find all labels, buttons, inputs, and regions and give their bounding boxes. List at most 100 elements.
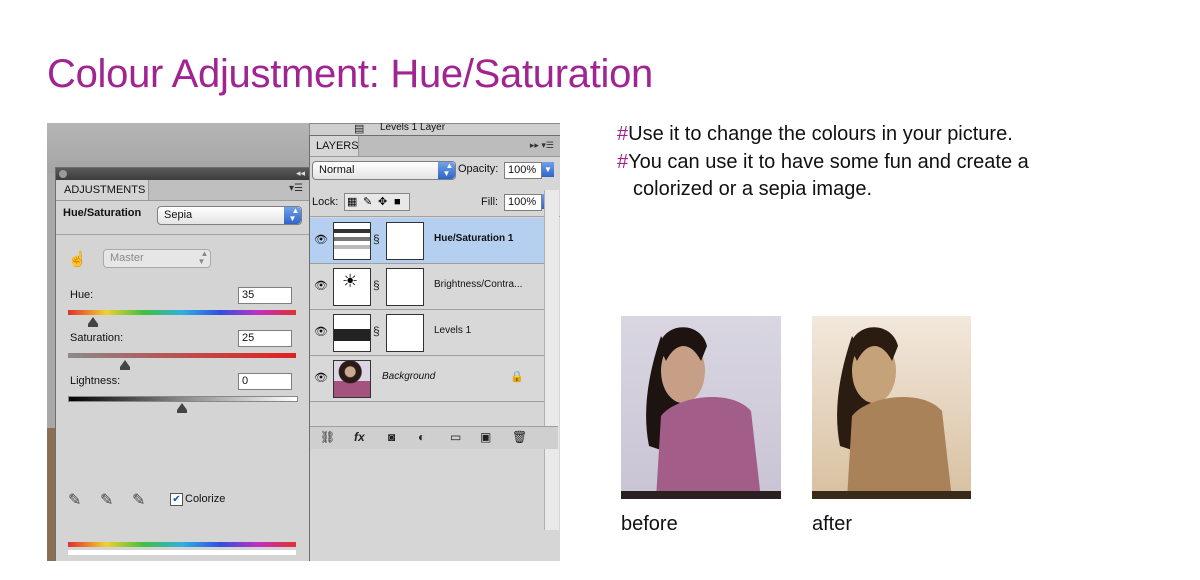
before-photo (621, 316, 781, 499)
blend-mode-dropdown[interactable]: Normal ▲ ▼ (312, 161, 456, 180)
hue-label: Hue: (70, 289, 94, 301)
colorize-label: Colorize (185, 493, 226, 505)
tab-adjustments[interactable]: ADJUSTMENTS (56, 180, 149, 200)
after-caption: after (812, 513, 853, 535)
lock-position-icon[interactable]: ✥ (378, 194, 387, 210)
new-adjustment-layer-icon[interactable]: ◐ (418, 430, 425, 444)
bullet-text: Use it to change the colours in your pic… (628, 123, 1013, 145)
panel-menu-icon[interactable]: ▸▸ ▾☰ (530, 140, 554, 151)
preset-value: Sepia (164, 209, 193, 221)
link-layers-icon[interactable]: ⛓ (320, 430, 335, 444)
input-color-bar (68, 542, 296, 547)
new-layer-icon[interactable]: ▣ (480, 430, 491, 444)
layer-mask-thumbnail (386, 268, 424, 306)
levels-icon (333, 314, 371, 352)
adjustments-tabrow: ADJUSTMENTS ▾☰ (56, 180, 309, 201)
lightness-slider-thumb[interactable] (177, 403, 187, 413)
layer-row[interactable]: 👁 Background 🔒 (310, 356, 544, 402)
preset-dropdown[interactable]: Sepia ▲ ▼ (157, 206, 302, 225)
brightness-contrast-icon: ☀ (333, 268, 371, 306)
bullet-marker: # (617, 123, 629, 145)
lock-icon: 🔒 (510, 371, 524, 383)
layers-panel: LAYERS ▸▸ ▾☰ Normal ▲ ▼ Opacity: 100% ▼ L… (309, 135, 560, 561)
hue-slider-thumb[interactable] (88, 317, 99, 327)
layers-header: LAYERS ▸▸ ▾☰ (310, 136, 560, 157)
after-photo (812, 316, 971, 499)
eyedropper-minus-icon[interactable]: ✎ (132, 490, 145, 510)
saturation-label: Saturation: (70, 332, 124, 344)
blend-mode-value: Normal (319, 164, 355, 176)
bullet-2: #You can use it to have some fun and cre… (617, 151, 1029, 174)
fill-label: Fill: (481, 196, 499, 208)
fill-field[interactable]: 100% (504, 194, 542, 211)
saturation-slider-thumb[interactable] (120, 360, 130, 370)
before-caption: before (621, 513, 678, 535)
channel-value: Master (110, 252, 144, 264)
bullet-marker: # (617, 151, 629, 173)
eyedropper-icon[interactable]: ✎ (68, 490, 81, 510)
link-icon: § (373, 278, 380, 292)
layer-row[interactable]: 👁 ☀ § Brightness/Contra... (310, 264, 544, 310)
layers-icon-bar: ⛓ fx ◙ ◐ ▭ ▣ 🗑 (310, 426, 558, 449)
dropdown-arrows-icon: ▲ ▼ (438, 162, 455, 179)
layer-mask-thumbnail (386, 314, 424, 352)
bullet-2-continuation: colorized or a sepia image. (633, 178, 873, 200)
adjustments-titlebar[interactable]: ◂◂ (56, 168, 309, 180)
hue-saturation-icon (333, 222, 371, 260)
photo-thumbnail (333, 360, 371, 398)
layer-row[interactable]: 👁 § Hue/Saturation 1 (310, 218, 544, 264)
opacity-label: Opacity: (458, 163, 499, 175)
dropdown-arrows-icon: ▲ ▼ (197, 249, 209, 266)
hue-field[interactable]: 35 (238, 287, 292, 304)
layers-scrollbar[interactable] (544, 190, 559, 530)
opacity-arrow-icon[interactable]: ▼ (542, 162, 554, 177)
lock-image-icon[interactable]: ✎ (363, 194, 372, 210)
eye-icon[interactable]: 👁 (314, 233, 328, 246)
levels-layer-icon: ▤ (354, 123, 365, 135)
lock-label: Lock: (312, 196, 339, 208)
add-mask-icon[interactable]: ◙ (388, 430, 395, 444)
link-icon: § (373, 232, 380, 246)
lightness-field[interactable]: 0 (238, 373, 292, 390)
eye-icon[interactable]: 👁 (314, 325, 328, 338)
fx-icon[interactable]: fx (354, 430, 365, 444)
tab-layers[interactable]: LAYERS (310, 136, 359, 156)
link-icon: § (373, 324, 380, 338)
close-icon[interactable] (59, 170, 67, 178)
collapse-icon[interactable]: ◂◂ (296, 168, 305, 179)
colorize-checkbox[interactable]: ✔ (170, 493, 183, 506)
lock-transparency-icon[interactable]: ▦ (347, 194, 357, 210)
slide-title: Colour Adjustment: Hue/Saturation (47, 52, 653, 96)
layer-name: Hue/Saturation 1 (434, 233, 514, 244)
hue-slider-track[interactable] (68, 310, 296, 315)
layer-row[interactable]: 👁 § Levels 1 (310, 310, 544, 356)
output-color-bar (68, 550, 296, 555)
eye-icon[interactable]: 👁 (314, 371, 328, 384)
trash-icon[interactable]: 🗑 (512, 430, 527, 444)
levels-layer-label: Levels 1 Layer (380, 123, 446, 133)
layer-name: Levels 1 (434, 325, 472, 336)
after-photo-figure (812, 327, 971, 499)
target-adjustment-hand-icon[interactable]: ☝ (68, 250, 87, 268)
divider (56, 234, 309, 235)
layer-name: Background (382, 371, 436, 382)
panel-menu-icon[interactable]: ▾☰ (289, 183, 303, 194)
canvas-background-top (47, 123, 312, 173)
lightness-slider-track[interactable] (68, 396, 298, 402)
dropdown-arrows-icon: ▲ ▼ (284, 207, 301, 224)
saturation-field[interactable]: 25 (238, 330, 292, 347)
eyedropper-plus-icon[interactable]: ✎ (100, 490, 113, 510)
layer-name: Brightness/Contra... (434, 279, 523, 290)
divider (310, 216, 560, 217)
opacity-field[interactable]: 100% (504, 162, 542, 179)
layer-mask-thumbnail (386, 222, 424, 260)
adjustment-type-label: Hue/Saturation (63, 207, 142, 219)
adjustments-panel: ◂◂ ADJUSTMENTS ▾☰ Hue/Saturation Sepia ▲… (55, 167, 310, 561)
bullet-1: #Use it to change the colours in your pi… (617, 123, 1013, 146)
new-group-icon[interactable]: ▭ (450, 430, 461, 444)
saturation-slider-track[interactable] (68, 353, 296, 358)
eye-icon[interactable]: 👁 (314, 279, 328, 292)
lock-all-icon[interactable]: ■ (394, 194, 401, 210)
before-photo-figure (621, 327, 781, 499)
channel-dropdown[interactable]: Master ▲ ▼ (103, 249, 211, 268)
